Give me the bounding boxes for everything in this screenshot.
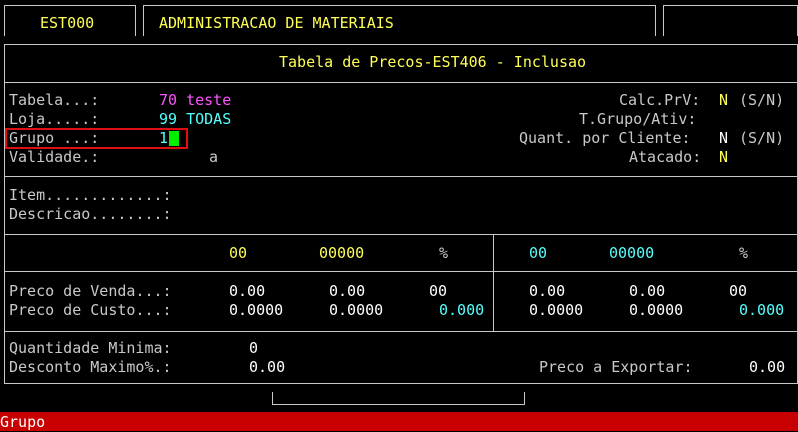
price-header-right-a: 00: [529, 244, 548, 262]
price-header-left-pct: %: [439, 244, 449, 262]
validade-separator: a: [209, 148, 219, 166]
quant-label: Quant. por Cliente:: [519, 129, 691, 147]
header-empty-box: [663, 5, 798, 36]
divider: [4, 331, 798, 332]
tabela-value[interactable]: 70 teste: [159, 91, 231, 110]
quant-hint: (S/N): [739, 129, 785, 147]
screen-title: Tabela de Precos-EST406 - Inclusao: [279, 53, 587, 71]
atacado-label: Atacado:: [629, 148, 702, 166]
loja-label: Loja.....:: [9, 110, 100, 128]
price-header-right-pct: %: [739, 244, 749, 262]
venda-left-3[interactable]: 00: [429, 282, 447, 301]
price-column-divider: [493, 234, 494, 331]
custo-left-2[interactable]: 0.0000: [329, 301, 383, 320]
divider: [4, 234, 798, 235]
item-label: Item.............:: [9, 186, 172, 204]
venda-left-2[interactable]: 0.00: [329, 282, 365, 301]
preco-custo-label: Preco de Custo...:: [9, 301, 172, 319]
divider: [4, 176, 798, 177]
calcprv-hint: (S/N): [739, 91, 785, 109]
custo-right-2[interactable]: 0.0000: [629, 301, 683, 320]
quantidade-minima-value[interactable]: 0: [249, 339, 258, 358]
quantidade-minima-label: Quantidade Minima:: [9, 339, 172, 357]
tabela-label: Tabela...:: [9, 91, 100, 109]
preco-exportar-value[interactable]: 0.00: [749, 358, 785, 377]
custo-right-3[interactable]: 0.000: [739, 301, 784, 320]
header-code: EST000: [40, 14, 95, 32]
desconto-maximo-label: Desconto Maximo%.:: [9, 358, 172, 376]
quant-value[interactable]: N: [719, 129, 728, 148]
bracket-bottom: [272, 404, 525, 405]
venda-right-2[interactable]: 0.00: [629, 282, 665, 301]
venda-right-3[interactable]: 00: [729, 282, 747, 301]
price-header-left-b: 00000: [319, 244, 365, 262]
preco-venda-label: Preco de Venda...:: [9, 282, 172, 300]
calcprv-label: Calc.PrV:: [619, 91, 701, 109]
descricao-label: Descricao........:: [9, 205, 172, 223]
status-bar-text: Grupo: [0, 413, 46, 431]
atacado-value[interactable]: N: [719, 148, 728, 167]
validade-label: Validade.:: [9, 148, 100, 166]
desconto-maximo-value[interactable]: 0.00: [249, 358, 285, 377]
bracket-right: [524, 392, 525, 404]
custo-left-3[interactable]: 0.000: [439, 301, 484, 320]
venda-right-1[interactable]: 0.00: [529, 282, 565, 301]
preco-exportar-label: Preco a Exportar:: [539, 358, 693, 376]
venda-left-1[interactable]: 0.00: [229, 282, 265, 301]
divider: [4, 271, 798, 272]
status-bar: [0, 412, 798, 431]
price-header-right-b: 00000: [609, 244, 655, 262]
tgrupo-label: T.Grupo/Ativ:: [579, 110, 697, 128]
price-header-left-a: 00: [229, 244, 248, 262]
calcprv-value[interactable]: N: [719, 91, 728, 110]
grupo-highlight: [5, 128, 188, 149]
loja-value[interactable]: 99 TODAS: [159, 110, 231, 129]
divider: [4, 82, 798, 83]
custo-left-1[interactable]: 0.0000: [229, 301, 283, 320]
header-system-title: ADMINISTRACAO DE MATERIAIS: [159, 14, 394, 32]
custo-right-1[interactable]: 0.0000: [529, 301, 583, 320]
bracket-left: [272, 392, 273, 404]
